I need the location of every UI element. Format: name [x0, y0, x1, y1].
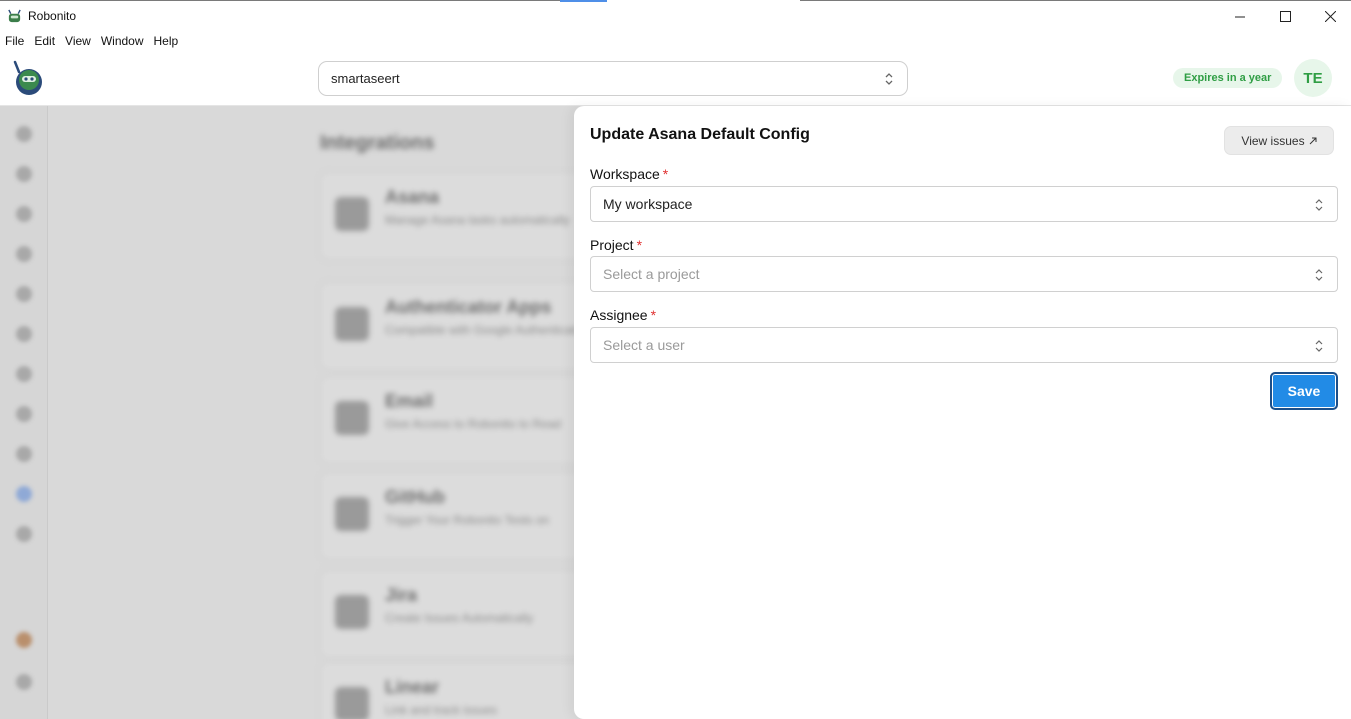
- organization-select-value: smartaseert: [331, 71, 400, 86]
- workspace-label-text: Workspace: [590, 166, 660, 182]
- project-select-placeholder: Select a project: [603, 266, 700, 282]
- settings-icon[interactable]: [16, 366, 32, 382]
- menu-view[interactable]: View: [60, 30, 96, 52]
- search-icon[interactable]: [16, 166, 32, 182]
- integration-desc: Compatible with Google Authenticator: [385, 323, 586, 337]
- required-mark: *: [636, 237, 643, 253]
- maximize-icon: [1279, 10, 1291, 22]
- chevron-up-down-icon: [1315, 340, 1323, 352]
- integration-desc: Link and track issues: [385, 703, 498, 717]
- maximize-button[interactable]: [1262, 1, 1308, 31]
- title-bar-accent: [560, 0, 607, 2]
- integrations-icon[interactable]: [16, 486, 32, 502]
- required-mark: *: [650, 307, 657, 323]
- integration-name: Email: [385, 391, 434, 411]
- help-icon[interactable]: [16, 674, 32, 690]
- menu-bar: File Edit View Window Help: [0, 30, 1351, 52]
- cloud-icon[interactable]: [16, 526, 32, 542]
- integration-name: Authenticator Apps: [385, 297, 552, 317]
- authenticator-icon: [335, 307, 369, 341]
- chevron-up-down-icon: [1315, 199, 1323, 211]
- project-label: Project *: [590, 237, 642, 253]
- integration-desc: Give Access to Robonito to Read: [385, 417, 562, 431]
- robonito-logo[interactable]: [10, 60, 46, 96]
- view-issues-label: View issues: [1241, 133, 1305, 148]
- home-icon[interactable]: [16, 126, 32, 142]
- chevron-up-down-icon: [1315, 269, 1323, 281]
- assignee-label-text: Assignee: [590, 307, 648, 323]
- integration-name: Asana: [385, 187, 440, 207]
- integration-name: Jira: [385, 585, 418, 605]
- window-title: Robonito: [28, 9, 77, 23]
- integration-name: Linear: [385, 677, 440, 697]
- app-header: smartaseert Expires in a year TE: [0, 52, 1351, 106]
- title-bar: Robonito: [0, 0, 1351, 30]
- menu-help[interactable]: Help: [149, 30, 184, 52]
- menu-file[interactable]: File: [0, 30, 29, 52]
- jira-icon: [335, 595, 369, 629]
- runs-icon[interactable]: [16, 286, 32, 302]
- assignee-label: Assignee *: [590, 307, 656, 323]
- organization-select[interactable]: smartaseert: [318, 61, 908, 96]
- assignee-select-placeholder: Select a user: [603, 337, 685, 353]
- minimize-icon: [1234, 16, 1245, 17]
- menu-edit[interactable]: Edit: [29, 30, 60, 52]
- asana-config-drawer: Update Asana Default Config View issues …: [574, 106, 1351, 719]
- subscription-status-badge: Expires in a year: [1173, 68, 1283, 88]
- close-icon: [1324, 10, 1336, 22]
- lock-icon[interactable]: [16, 406, 32, 422]
- app-icon: [8, 9, 21, 23]
- integration-desc: Trigger Your Robonito Tests on: [385, 513, 550, 527]
- assignee-select[interactable]: Select a user: [590, 327, 1338, 363]
- tests-icon[interactable]: [16, 206, 32, 222]
- title-bar-accent-gap: [607, 0, 800, 1]
- close-window-button[interactable]: [1307, 1, 1351, 31]
- integration-desc: Create Issues Automatically: [385, 611, 534, 625]
- workspace-select[interactable]: My workspace: [590, 186, 1338, 222]
- integrations-page-blurred: Integrations Asana Manage Asana tasks au…: [300, 106, 620, 719]
- chevron-up-down-icon: [885, 73, 893, 85]
- user-avatar[interactable]: TE: [1294, 59, 1332, 97]
- external-link-icon: [1309, 137, 1317, 144]
- asana-icon: [335, 197, 369, 231]
- workspace-select-value: My workspace: [603, 196, 693, 212]
- workspace-label: Workspace *: [590, 166, 668, 182]
- linear-icon: [335, 687, 369, 719]
- suites-icon[interactable]: [16, 246, 32, 262]
- theme-icon[interactable]: [16, 632, 32, 648]
- email-icon: [335, 401, 369, 435]
- drawer-title: Update Asana Default Config: [590, 126, 810, 143]
- save-button[interactable]: Save: [1270, 372, 1338, 410]
- minimize-button[interactable]: [1217, 1, 1263, 31]
- integration-name: GitHub: [385, 487, 445, 507]
- key-icon[interactable]: [16, 326, 32, 342]
- github-icon: [335, 497, 369, 531]
- required-mark: *: [662, 166, 669, 182]
- integration-desc: Manage Asana tasks automatically: [385, 213, 570, 227]
- sidebar: [0, 106, 48, 719]
- project-label-text: Project: [590, 237, 634, 253]
- reports-icon[interactable]: [16, 446, 32, 462]
- view-issues-button[interactable]: View issues: [1224, 126, 1334, 155]
- integrations-title: Integrations: [320, 132, 435, 154]
- menu-window[interactable]: Window: [96, 30, 149, 52]
- project-select[interactable]: Select a project: [590, 256, 1338, 292]
